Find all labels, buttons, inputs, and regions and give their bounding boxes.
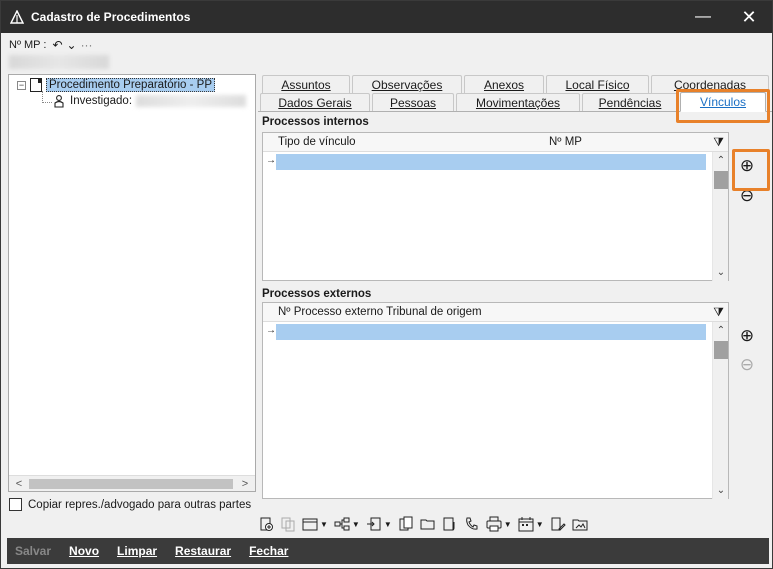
- title-bar: Cadastro de Procedimentos — ✕: [1, 1, 772, 33]
- scroll-right-icon[interactable]: >: [237, 476, 253, 492]
- table-row[interactable]: [276, 324, 706, 340]
- remove-internal-button[interactable]: ⊖: [738, 186, 756, 205]
- chevron-down-icon[interactable]: ⌄: [67, 38, 77, 52]
- scroll-down-icon[interactable]: ⌄: [713, 482, 729, 498]
- table-row[interactable]: [276, 154, 706, 170]
- window-icon[interactable]: ▼: [302, 516, 328, 532]
- print-icon[interactable]: ▼: [486, 516, 512, 532]
- tree-collapse-icon[interactable]: −: [17, 80, 26, 90]
- tab-observacoes[interactable]: Observações: [352, 75, 462, 93]
- more-icon[interactable]: ···: [81, 38, 93, 52]
- documents-icon[interactable]: [398, 516, 414, 532]
- novo-button[interactable]: Novo: [69, 544, 99, 558]
- fechar-button[interactable]: Fechar: [249, 544, 288, 558]
- externos-title: Processos externos: [262, 288, 372, 300]
- externos-vertical-scrollbar[interactable]: ⌃ ⌄: [712, 322, 728, 499]
- scroll-thumb[interactable]: [714, 171, 728, 189]
- scroll-up-icon[interactable]: ⌃: [713, 322, 729, 338]
- chevron-down-icon[interactable]: ▼: [504, 520, 512, 529]
- mp-row: Nº MP : ↶ ⌄ ···: [9, 37, 97, 53]
- scroll-thumb[interactable]: [714, 341, 728, 359]
- tab-dados-gerais[interactable]: Dados Gerais: [260, 93, 370, 111]
- new-document-icon[interactable]: [258, 516, 274, 532]
- tree-root-node[interactable]: − Procedimento Preparatório - PP: [17, 78, 215, 92]
- minimize-button[interactable]: —: [680, 1, 726, 33]
- scroll-left-icon[interactable]: <: [11, 476, 27, 492]
- chevron-down-icon[interactable]: ▼: [352, 520, 360, 529]
- window-title: Cadastro de Procedimentos: [31, 10, 191, 24]
- tree-child-label: Investigado:: [70, 95, 133, 107]
- tree-child-node[interactable]: Investigado:: [54, 95, 247, 108]
- copy-representative-checkbox[interactable]: [9, 498, 22, 511]
- filter-icon[interactable]: ⧩: [713, 135, 724, 150]
- transfer-icon[interactable]: ▼: [366, 516, 392, 532]
- filter-icon[interactable]: ⧩: [713, 305, 724, 320]
- copy-representative-label: Copiar repres./advogado para outras part…: [28, 498, 252, 511]
- row-pointer-icon: →: [266, 325, 276, 336]
- chevron-down-icon[interactable]: ▼: [384, 520, 392, 529]
- restaurar-button[interactable]: Restaurar: [175, 544, 231, 558]
- scroll-up-icon[interactable]: ⌃: [713, 152, 729, 168]
- main-window: Cadastro de Procedimentos — ✕ Nº MP : ↶ …: [0, 0, 773, 569]
- tab-assuntos[interactable]: Assuntos: [262, 75, 350, 93]
- tab-pendencias[interactable]: Pendências: [582, 93, 678, 111]
- action-bar: Salvar Novo Limpar Restaurar Fechar: [7, 538, 769, 564]
- tree-horizontal-scrollbar[interactable]: < >: [9, 475, 255, 491]
- edit-document-icon[interactable]: [550, 516, 566, 532]
- tab-pessoas[interactable]: Pessoas: [372, 93, 454, 111]
- tree-line: [42, 102, 52, 103]
- internos-title: Processos internos: [262, 116, 369, 128]
- bottom-toolbar: ▼ ▼ ▼ ▼ ▼: [258, 513, 594, 535]
- tab-local-fisico[interactable]: Local Físico: [546, 75, 649, 93]
- close-window-button[interactable]: ✕: [726, 1, 772, 33]
- add-internal-button[interactable]: ⊕: [738, 156, 756, 175]
- calendar-icon[interactable]: ▼: [518, 516, 544, 532]
- person-icon: [54, 95, 64, 108]
- copy-representative-option[interactable]: Copiar repres./advogado para outras part…: [9, 498, 251, 511]
- investigated-name-redacted: [136, 95, 247, 107]
- mp-label: Nº MP :: [9, 39, 47, 51]
- remove-external-button[interactable]: ⊖: [738, 355, 756, 374]
- phone-icon[interactable]: [464, 516, 480, 532]
- attach-document-icon[interactable]: [442, 516, 458, 532]
- scroll-down-icon[interactable]: ⌄: [713, 264, 729, 280]
- internos-vertical-scrollbar[interactable]: ⌃ ⌄: [712, 152, 728, 281]
- internos-grid[interactable]: Tipo de vínculo Nº MP ⧩ → ⌃ ⌄: [262, 132, 729, 281]
- col-tipo-vinculo[interactable]: Tipo de vínculo: [278, 136, 356, 148]
- copy-document-icon[interactable]: [280, 516, 296, 532]
- externos-grid[interactable]: Nº Processo externo Tribunal de origem ⧩…: [262, 302, 729, 499]
- add-external-button[interactable]: ⊕: [738, 326, 756, 345]
- hierarchy-icon[interactable]: ▼: [334, 516, 360, 532]
- salvar-button[interactable]: Salvar: [15, 544, 51, 558]
- undo-icon[interactable]: ↶: [52, 38, 62, 52]
- folder-open-icon[interactable]: [420, 516, 436, 532]
- document-icon: [30, 78, 42, 92]
- app-logo-icon: [9, 9, 25, 25]
- internos-grid-header: Tipo de vínculo Nº MP ⧩: [263, 133, 728, 152]
- tree-root-label[interactable]: Procedimento Preparatório - PP: [46, 78, 215, 92]
- row-pointer-icon: →: [266, 155, 276, 166]
- tab-movimentacoes[interactable]: Movimentações: [456, 93, 580, 111]
- tree-panel[interactable]: [8, 74, 256, 492]
- col-n-mp[interactable]: Nº MP: [549, 136, 582, 148]
- limpar-button[interactable]: Limpar: [117, 544, 157, 558]
- externos-grid-header: Nº Processo externo Tribunal de origem ⧩: [263, 303, 728, 322]
- col-processo-externo[interactable]: Nº Processo externo Tribunal de origem: [278, 306, 482, 318]
- chevron-down-icon[interactable]: ▼: [536, 520, 544, 529]
- tab-coordenadas[interactable]: Coordenadas: [651, 75, 769, 93]
- scroll-thumb[interactable]: [29, 479, 233, 489]
- folder-image-icon[interactable]: [572, 516, 588, 532]
- mp-value-redacted: [9, 55, 109, 69]
- chevron-down-icon[interactable]: ▼: [320, 520, 328, 529]
- tab-vinculos[interactable]: Vínculos: [680, 92, 766, 112]
- tab-anexos[interactable]: Anexos: [464, 75, 544, 93]
